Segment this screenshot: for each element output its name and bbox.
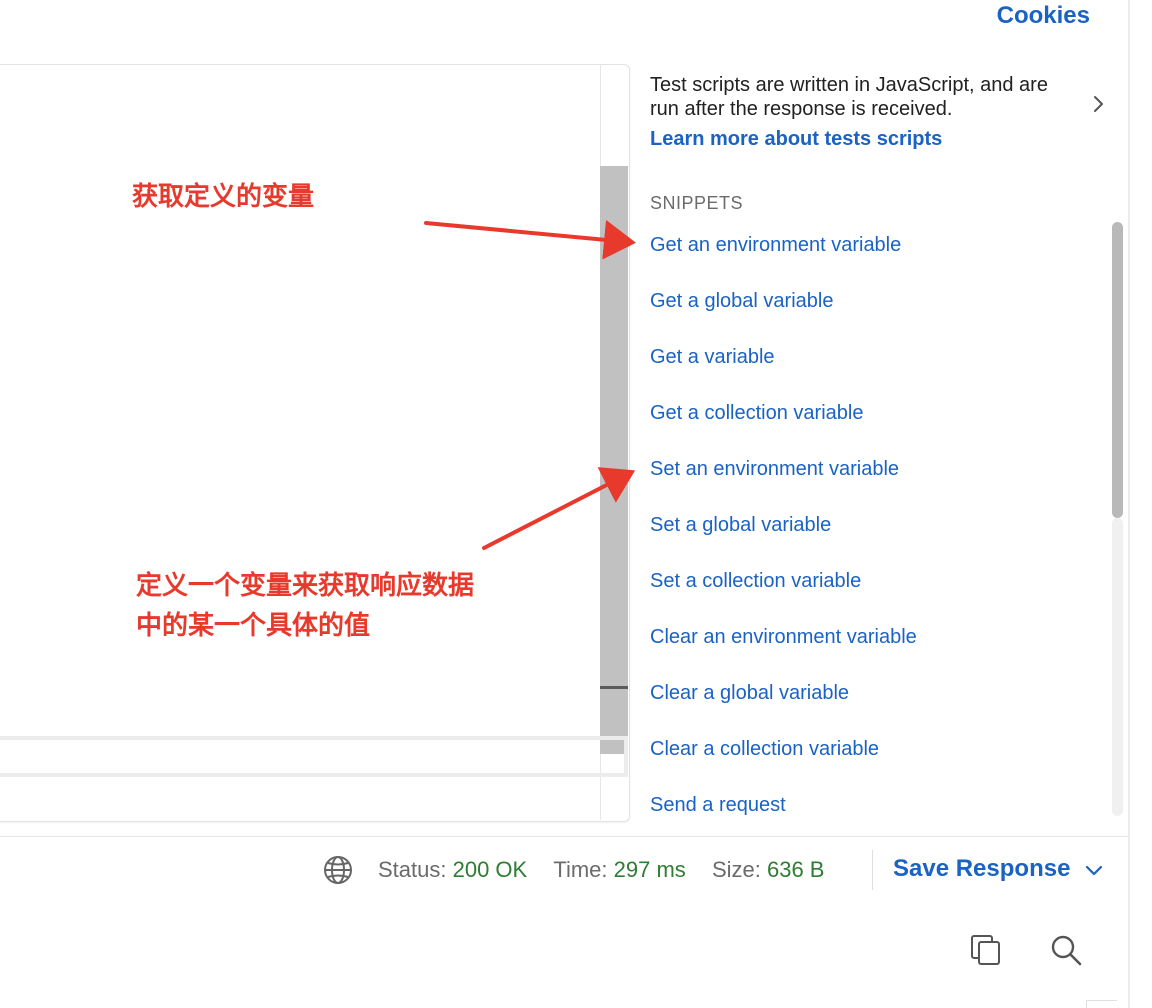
time-value[interactable]: 297 ms — [614, 857, 686, 882]
snippet-set-global-variable[interactable]: Set a global variable — [650, 512, 917, 568]
learn-more-tests-link[interactable]: Learn more about tests scripts — [650, 128, 942, 151]
snippet-clear-environment-variable[interactable]: Clear an environment variable — [650, 624, 917, 680]
page: Cookies 获取定义的变量 定义一个变量来获取响应数据 中的某一个具体的值 … — [0, 0, 1152, 1008]
corner-frame — [1086, 1000, 1117, 1008]
globe-icon[interactable] — [322, 854, 354, 886]
annotation-arrow-get — [424, 219, 636, 260]
response-status-bar: Status: 200 OK Time: 297 ms Size: 636 B — [378, 857, 844, 883]
size-field: Size: 636 B — [712, 857, 825, 882]
snippet-send-request[interactable]: Send a request — [650, 792, 917, 848]
snippet-list: Get an environment variable Get a global… — [650, 232, 917, 848]
status-bar-divider — [0, 836, 1128, 837]
snippets-scrollbar-thumb[interactable] — [1112, 222, 1123, 518]
time-field: Time: 297 ms — [553, 857, 692, 882]
copy-icon[interactable] — [968, 932, 1004, 968]
snippet-get-collection-variable[interactable]: Get a collection variable — [650, 400, 917, 456]
time-label: Time: — [553, 857, 608, 882]
snippets-scrollbar-track[interactable] — [1112, 518, 1123, 816]
snippet-get-global-variable[interactable]: Get a global variable — [650, 288, 917, 344]
snippets-header: SNIPPETS — [650, 193, 744, 213]
status-field: Status: 200 OK — [378, 857, 533, 882]
status-label: Status: — [378, 857, 447, 882]
snippet-get-variable[interactable]: Get a variable — [650, 344, 917, 400]
snippet-set-collection-variable[interactable]: Set a collection variable — [650, 568, 917, 624]
size-value[interactable]: 636 B — [767, 857, 825, 882]
size-label: Size: — [711, 857, 761, 882]
save-response-button[interactable]: Save Response — [893, 855, 1070, 883]
chevron-right-icon[interactable] — [1090, 94, 1108, 114]
status-value[interactable]: 200 OK — [453, 857, 528, 882]
status-bar-separator — [872, 850, 873, 890]
snippet-clear-global-variable[interactable]: Clear a global variable — [650, 680, 917, 736]
search-icon[interactable] — [1048, 932, 1084, 968]
annotation-arrow-set — [482, 467, 636, 550]
tests-description: Test scripts are written in JavaScript, … — [650, 74, 1048, 120]
snippet-set-environment-variable[interactable]: Set an environment variable — [650, 456, 917, 512]
snippet-get-environment-variable[interactable]: Get an environment variable — [650, 232, 917, 288]
snippet-clear-collection-variable[interactable]: Clear a collection variable — [650, 736, 917, 792]
chevron-down-icon[interactable] — [1084, 860, 1104, 880]
